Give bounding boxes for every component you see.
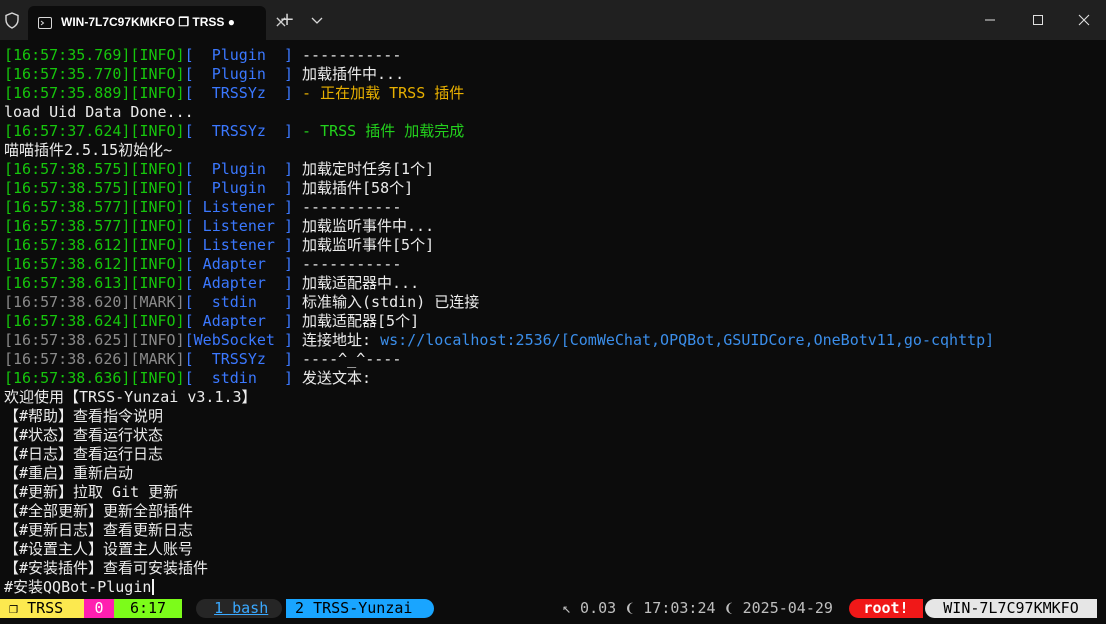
- log-line: [16:57:38.625][INFO][WebSocket ] 连接地址: w…: [4, 331, 995, 349]
- log-line: [16:57:38.636][INFO][ stdin ] 发送文本:: [4, 369, 372, 387]
- load-time-date: ↖ 0.03 ❨ 17:03:24 ❨ 2025-04-29: [562, 599, 833, 617]
- log-line: [16:57:38.577][INFO][ Listener ] 加载监听事件中…: [4, 217, 435, 235]
- log-line: 【#设置主人】设置主人账号: [4, 540, 194, 558]
- terminal-output[interactable]: [16:57:35.769][INFO][ Plugin ] ---------…: [0, 46, 1106, 598]
- log-line: 【#重启】重新启动: [4, 464, 134, 482]
- session-uptime: 6:17: [114, 599, 182, 618]
- close-icon: [1078, 14, 1090, 26]
- log-line: [16:57:38.612][INFO][ Listener ] 加载监听事件[…: [4, 236, 435, 254]
- log-line: [16:57:38.613][INFO][ Adapter ] 加载适配器中..…: [4, 274, 420, 292]
- tmux-status-bar: ❐ TRSS 0 6:17 1 bash 2 TRSS-Yunzai ↖ 0.0…: [0, 599, 1106, 618]
- session-name: ❐ TRSS: [0, 599, 84, 618]
- minimize-icon: [985, 19, 995, 21]
- log-line: [16:57:38.620][MARK][ stdin ] 标准输入(stdin…: [4, 293, 480, 311]
- close-window-button[interactable]: [1061, 0, 1106, 40]
- log-line: 【#日志】查看运行日志: [4, 445, 164, 463]
- command-input-line[interactable]: #安装QQBot-Plugin: [4, 578, 155, 597]
- tab-title: WIN-7L7C97KMKFO ❐ TRSS ●: [61, 15, 236, 29]
- session-number: 0: [84, 599, 114, 618]
- terminal-icon: [38, 17, 52, 29]
- log-line: 【#全部更新】更新全部插件: [4, 502, 194, 520]
- chevron-down-icon[interactable]: [309, 11, 325, 29]
- window-tab-trss-yunzai[interactable]: 2 TRSS-Yunzai: [286, 599, 434, 618]
- log-line: load Uid Data Done...: [4, 103, 194, 121]
- text-cursor: [152, 579, 155, 595]
- log-line: 喵喵插件2.5.15初始化~: [4, 141, 173, 159]
- hostname-badge: WIN-7L7C97KMKFO: [925, 599, 1097, 618]
- log-line: [16:57:35.889][INFO][ TRSSYz ] - 正在加载 TR…: [4, 84, 465, 102]
- log-line: [16:57:38.612][INFO][ Adapter ] --------…: [4, 255, 402, 273]
- log-line: 【#更新日志】查看更新日志: [4, 521, 194, 539]
- window-tab-bash[interactable]: 1 bash: [196, 599, 282, 618]
- log-line: [16:57:37.624][INFO][ TRSSYz ] - TRSS 插件…: [4, 122, 465, 140]
- tab-trss[interactable]: WIN-7L7C97KMKFO ❐ TRSS ● ×: [28, 6, 288, 40]
- log-line: [16:57:38.577][INFO][ Listener ] -------…: [4, 198, 402, 216]
- log-line: 【#更新】拉取 Git 更新: [4, 483, 179, 501]
- command-input[interactable]: #安装QQBot-Plugin: [4, 578, 151, 596]
- log-line: [16:57:38.575][INFO][ Plugin ] 加载定时任务[1个…: [4, 160, 435, 178]
- maximize-button[interactable]: [1015, 0, 1061, 40]
- log-line: 【#安装插件】查看可安装插件: [4, 559, 209, 577]
- minimize-button[interactable]: [967, 0, 1013, 40]
- log-line: 欢迎使用【TRSS-Yunzai v3.1.3】: [4, 388, 257, 406]
- log-line: [16:57:38.626][MARK][ TRSSYz ] ----^_^--…: [4, 350, 402, 368]
- websocket-url-link[interactable]: ws://localhost:2536/: [380, 331, 561, 349]
- new-tab-button[interactable]: +: [277, 10, 297, 30]
- log-line: 【#帮助】查看指令说明: [4, 407, 164, 425]
- log-line: 【#状态】查看运行状态: [4, 426, 164, 444]
- log-line: [16:57:35.770][INFO][ Plugin ] 加载插件中...: [4, 65, 405, 83]
- user-badge: root!: [849, 599, 923, 618]
- log-line: [16:57:38.624][INFO][ Adapter ] 加载适配器[5个…: [4, 312, 420, 330]
- title-bar: WIN-7L7C97KMKFO ❐ TRSS ● × +: [0, 0, 1106, 40]
- log-line: [16:57:35.769][INFO][ Plugin ] ---------…: [4, 46, 402, 64]
- maximize-icon: [1033, 15, 1043, 25]
- log-line: [16:57:38.575][INFO][ Plugin ] 加载插件[58个]: [4, 179, 414, 197]
- window-tab-label: 1 bash: [214, 599, 269, 617]
- shield-icon: [5, 12, 19, 29]
